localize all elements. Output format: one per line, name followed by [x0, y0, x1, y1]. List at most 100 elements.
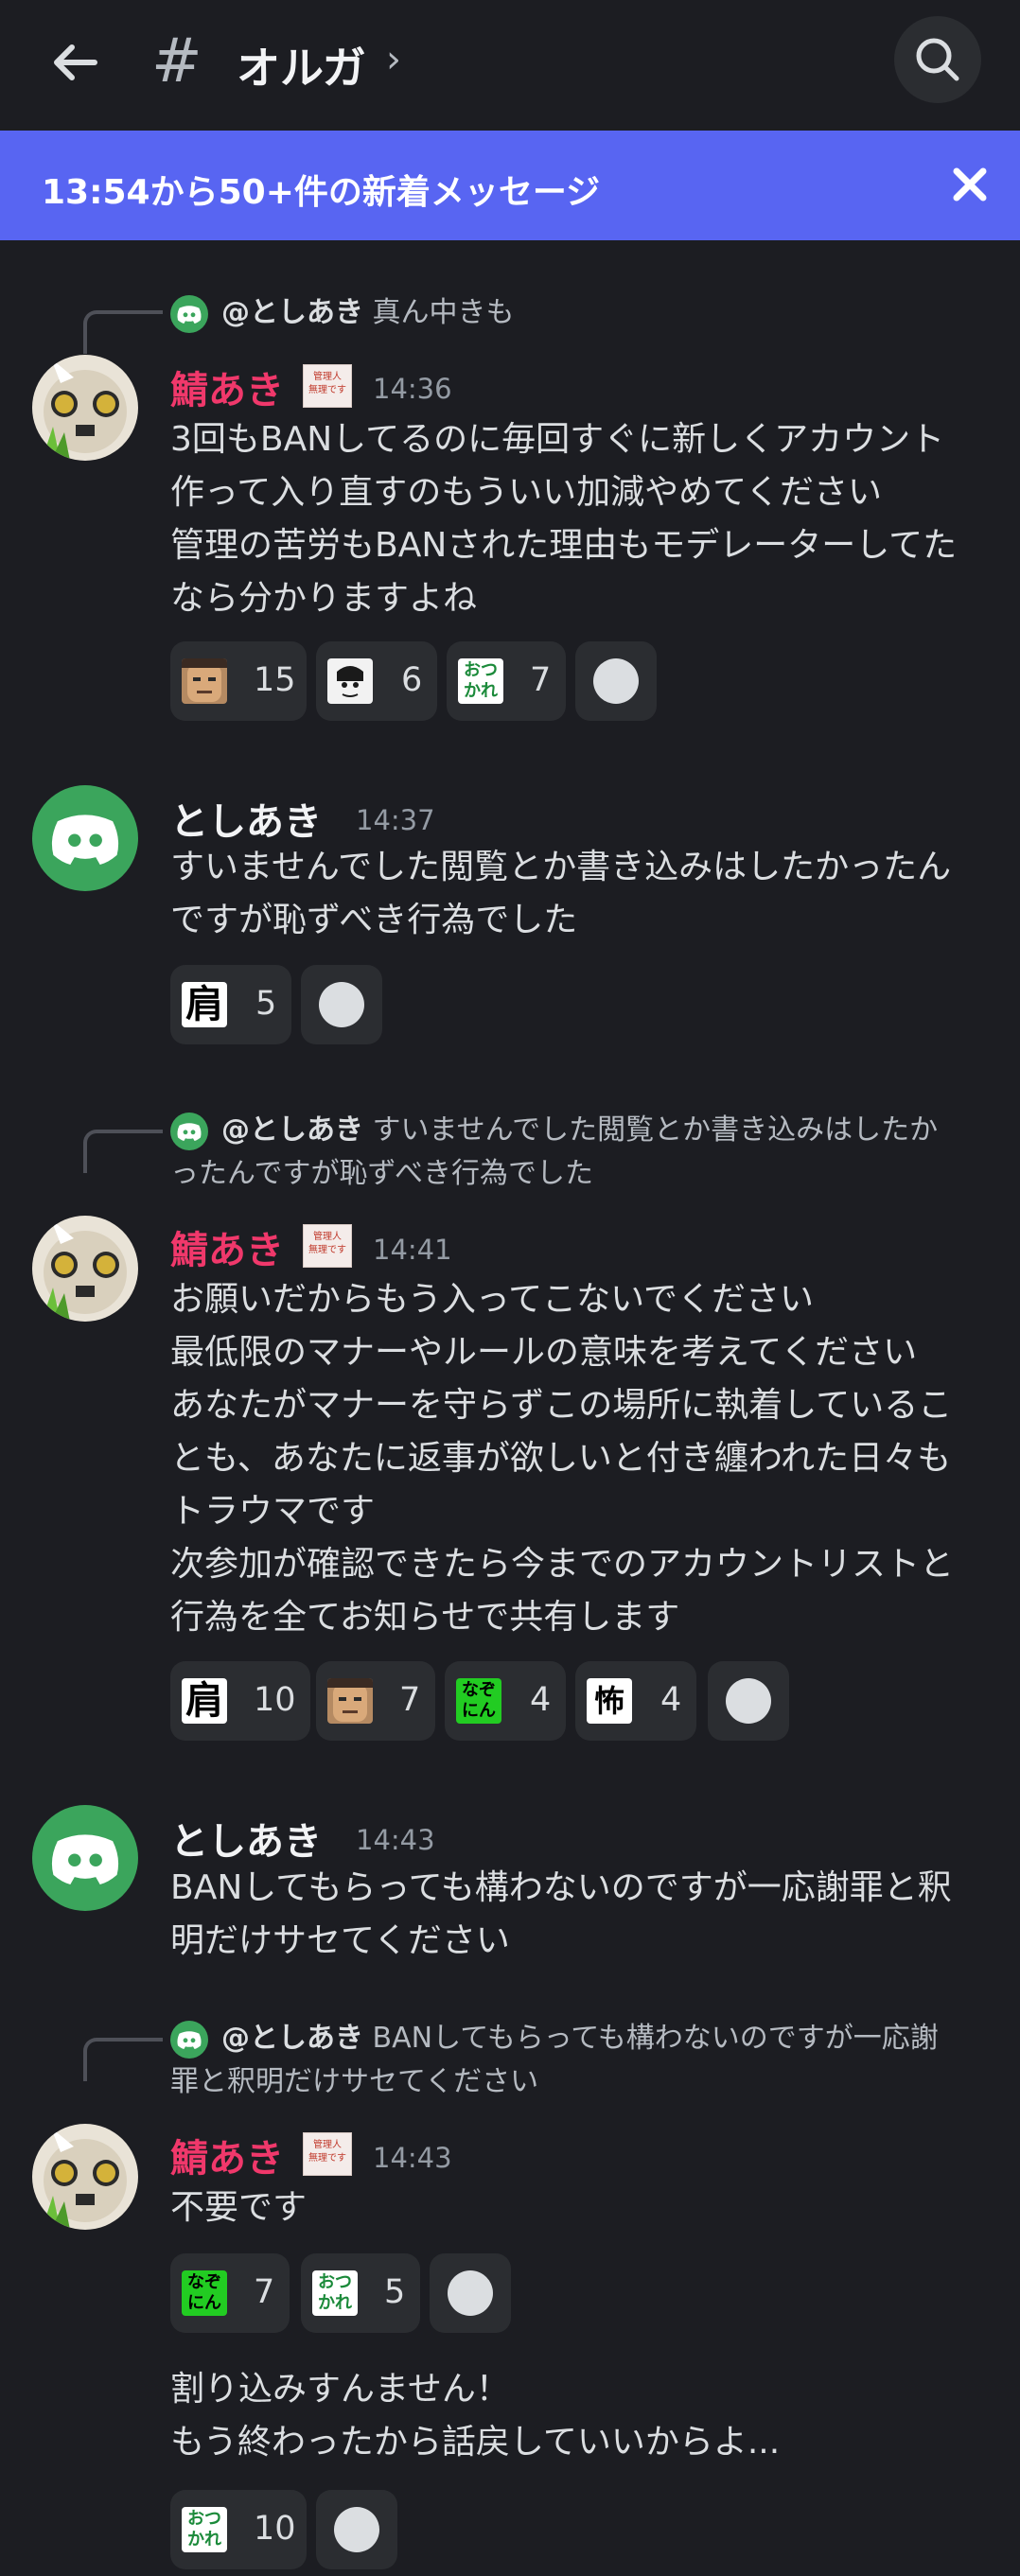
search-button[interactable]: [894, 16, 981, 103]
reaction-count: 10: [254, 1681, 296, 1719]
timestamp: 14:41: [373, 1234, 452, 1266]
role-badge-text: 管理人 無理です: [308, 2140, 346, 2164]
message-text: 3回もBANしてるのに毎回すぐに新しくアカウント 作って入り直すのもういい加減や…: [170, 420, 958, 618]
timestamp: 14:43: [356, 1824, 435, 1856]
discord-logo-icon: [170, 2021, 208, 2059]
new-messages-banner[interactable]: 13:54から50+件の新着メッセージ: [0, 131, 1020, 240]
channel-name[interactable]: オルガ: [237, 34, 366, 96]
nazonin-emoji: なぞにん: [182, 2270, 227, 2316]
reply-avatar-icon: [170, 2021, 208, 2059]
add-reaction-icon: [334, 2507, 379, 2552]
reaction-count: 5: [384, 2273, 406, 2311]
add-reaction-button[interactable]: [575, 641, 657, 721]
message-text: お願いだからもう入ってこないでください 最低限のマナーやルールの意味を考えてくだ…: [170, 1280, 955, 1637]
otsukare-emoji: おつかれ: [182, 2507, 227, 2552]
reaction-count: 6: [401, 661, 423, 699]
back-arrow-icon[interactable]: [47, 34, 104, 91]
author-name[interactable]: 鯖あき: [170, 359, 284, 414]
reaction-count: 7: [530, 661, 552, 699]
chevron-right-icon[interactable]: ›: [386, 38, 401, 81]
reaction-count: 4: [530, 1681, 552, 1719]
add-reaction-icon: [319, 982, 364, 1027]
reply-snippet: BANしてもらっても構わないのですが一応謝: [372, 2022, 939, 2055]
search-icon: [916, 38, 959, 81]
reaction-count: 7: [399, 1681, 421, 1719]
sabaaki-avatar-image: [32, 355, 138, 461]
author-name[interactable]: としあき: [170, 1811, 322, 1866]
reply-snippet-cont: ったんですが恥ずべき行為でした: [170, 1157, 593, 1190]
otsukare-emoji: おつかれ: [458, 658, 503, 704]
reply-connector: [83, 1130, 163, 1173]
reply-snippet: 真ん中きも: [372, 296, 515, 329]
reaction-chip[interactable]: 肩 5: [170, 965, 291, 1044]
channel-hash-icon: #: [151, 26, 202, 96]
author-name[interactable]: としあき: [170, 791, 322, 846]
add-reaction-icon: [448, 2270, 493, 2316]
discord-logo-icon: [32, 1805, 138, 1911]
message-text: すいませんでした閲覧とか書き込みはしたかったん ですが恥ずべき行為でした: [170, 848, 952, 939]
add-reaction-button[interactable]: [708, 1661, 789, 1741]
role-badge-text: 管理人 無理です: [308, 372, 346, 395]
add-reaction-icon: [593, 658, 639, 704]
reaction-chip[interactable]: 15: [170, 641, 307, 721]
reaction-chip[interactable]: 怖 4: [575, 1661, 696, 1741]
reaction-chip[interactable]: おつかれ 7: [447, 641, 566, 721]
reply-snippet: すいませんでした閲覧とか書き込みはしたか: [372, 1113, 939, 1147]
reply-author: @としあき: [221, 296, 363, 329]
nazonin-emoji: なぞにん: [456, 1678, 501, 1724]
face-emoji: [182, 658, 227, 704]
reaction-chip[interactable]: 肩 10: [170, 1661, 310, 1741]
discord-logo-icon: [170, 1113, 208, 1150]
reaction-count: 10: [254, 2510, 296, 2548]
timestamp: 14:37: [356, 804, 435, 836]
discord-logo-icon: [32, 785, 138, 891]
reaction-chip[interactable]: 6: [316, 641, 437, 721]
author-name[interactable]: 鯖あき: [170, 2128, 284, 2182]
discord-logo-icon: [170, 295, 208, 333]
avatar[interactable]: [32, 2124, 138, 2230]
reply-avatar-icon: [170, 1113, 208, 1150]
reply-author: @としあき: [221, 1113, 363, 1147]
add-reaction-button[interactable]: [316, 2490, 397, 2569]
sabaaki-avatar-image: [32, 2124, 138, 2230]
avatar[interactable]: [32, 355, 138, 461]
reply-preview[interactable]: @としあき BANしてもらっても構わないのですが一応謝: [221, 2017, 939, 2060]
reaction-chip[interactable]: おつかれ 5: [301, 2253, 420, 2333]
reaction-chip[interactable]: なぞにん 4: [445, 1661, 566, 1741]
kata-emoji: 肩: [182, 1678, 227, 1724]
reaction-chip[interactable]: なぞにん 7: [170, 2253, 290, 2333]
kowai-emoji: 怖: [587, 1678, 632, 1724]
role-badge-icon: 管理人 無理です: [303, 1224, 352, 1268]
reaction-count: 15: [254, 661, 296, 699]
avatar[interactable]: [32, 1216, 138, 1322]
reply-preview[interactable]: @としあき すいませんでした閲覧とか書き込みはしたか: [221, 1109, 938, 1152]
otsukare-emoji: おつかれ: [312, 2270, 358, 2316]
reply-snippet-cont: 罪と釈明だけサセてください: [170, 2065, 539, 2098]
reply-connector: [83, 310, 163, 354]
add-reaction-button[interactable]: [301, 965, 382, 1044]
avatar[interactable]: [32, 785, 138, 891]
close-icon[interactable]: [949, 164, 991, 205]
top-bar: # オルガ ›: [0, 0, 1020, 131]
message-text: BANしてもらっても構わないのですが一応謝罪と釈 明だけサセてください: [170, 1868, 952, 1960]
author-name[interactable]: 鯖あき: [170, 1219, 284, 1274]
avatar[interactable]: [32, 1805, 138, 1911]
add-reaction-button[interactable]: [430, 2253, 511, 2333]
reply-author: @としあき: [221, 2022, 363, 2055]
reaction-count: 5: [255, 985, 277, 1023]
reaction-chip[interactable]: 7: [316, 1661, 435, 1741]
message-text: 不要です: [170, 2188, 308, 2227]
sabaaki-avatar-image: [32, 1216, 138, 1322]
reaction-count: 4: [660, 1681, 682, 1719]
new-messages-text: 13:54から50+件の新着メッセージ: [42, 173, 601, 212]
reaction-chip[interactable]: おつかれ 10: [170, 2490, 307, 2569]
reaction-count: 7: [254, 2273, 275, 2311]
add-reaction-icon: [726, 1678, 771, 1724]
role-badge-icon: 管理人 無理です: [303, 2132, 352, 2176]
reply-preview[interactable]: @としあき 真ん中きも: [221, 291, 515, 335]
reply-avatar-icon: [170, 295, 208, 333]
kata-emoji: 肩: [182, 982, 227, 1027]
face-emoji: [327, 1678, 373, 1724]
reply-connector: [83, 2038, 163, 2081]
role-badge-icon: 管理人 無理です: [303, 364, 352, 408]
